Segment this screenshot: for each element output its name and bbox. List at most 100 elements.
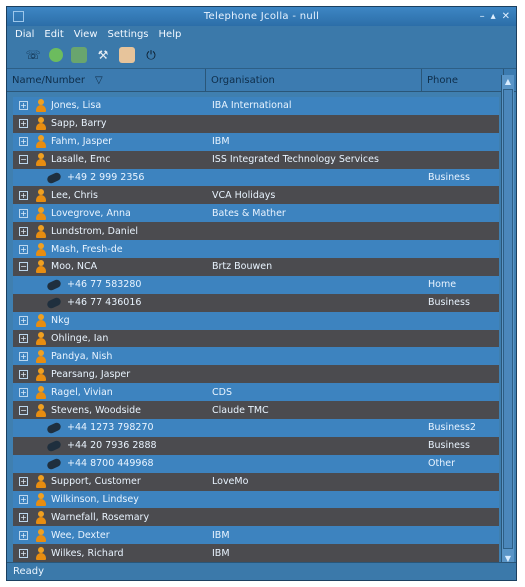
contact-list[interactable]: + Jones, Lisa IBA International + Sapp, Barr… — [13, 97, 499, 565]
contact-row[interactable]: + Jones, Lisa IBA International — [13, 97, 499, 115]
row-name: Pearsang, Jasper — [51, 368, 131, 380]
row-name: Wee, Dexter — [51, 529, 110, 541]
phone-number-row[interactable]: +49 2 999 2356 Business — [13, 168, 499, 187]
expand-toggle-icon[interactable]: + — [19, 351, 28, 361]
globe-icon[interactable] — [49, 48, 63, 62]
app-window: Telephone Jcolla - null – ▴ ✕ Dial Edit … — [6, 6, 517, 581]
expand-toggle-icon[interactable]: + — [19, 244, 28, 254]
contact-row[interactable]: − Moo, NCA Brtz Bouwen — [13, 258, 499, 276]
phone-number-row[interactable]: +44 20 7936 2888 Business — [13, 436, 499, 455]
person-icon — [34, 99, 47, 113]
contact-row[interactable]: − Stevens, Woodside Claude TMC — [13, 401, 499, 420]
person-icon — [34, 475, 47, 489]
menu-settings[interactable]: Settings — [108, 29, 149, 40]
expand-toggle-icon[interactable]: + — [19, 101, 28, 111]
phone-number-row[interactable]: +44 8700 449968 Other — [13, 454, 499, 473]
expand-toggle-icon[interactable]: − — [19, 405, 28, 415]
row-phone-type: Home — [428, 279, 457, 291]
header-name[interactable]: Name/Number ▽ — [7, 69, 206, 91]
menu-dial[interactable]: Dial — [15, 29, 34, 40]
header-phone[interactable]: Phone — [422, 69, 504, 91]
contact-row[interactable]: + Ohlinge, Ian — [13, 329, 499, 348]
power-icon[interactable]: ⏻ — [143, 47, 159, 63]
scroll-thumb[interactable] — [503, 89, 513, 549]
menu-edit[interactable]: Edit — [44, 29, 63, 40]
contact-row[interactable]: + Wilkinson, Lindsey — [13, 490, 499, 509]
phone-number-row[interactable]: +46 77 583280 Home — [13, 275, 499, 294]
header-organisation[interactable]: Organisation — [206, 69, 422, 91]
expand-toggle-icon[interactable]: + — [19, 316, 28, 326]
contact-row[interactable]: − Lasalle, Emc ISS Integrated Technology S… — [13, 150, 499, 169]
contact-row[interactable]: + Support, Customer LoveMo — [13, 472, 499, 491]
person-icon — [34, 349, 47, 363]
phone-number-row[interactable]: +44 1273 798270 Business2 — [13, 419, 499, 437]
row-name: Wilkes, Richard — [51, 547, 124, 559]
row-name: Support, Customer — [51, 476, 141, 488]
minimize-icon[interactable]: – — [480, 11, 485, 22]
contact-row[interactable]: + Lee, Chris VCA Holidays — [13, 186, 499, 205]
row-organisation: IBM — [212, 136, 230, 148]
expand-toggle-icon[interactable]: + — [19, 477, 28, 487]
close-icon[interactable]: ✕ — [502, 11, 510, 22]
expand-toggle-icon[interactable]: + — [19, 548, 28, 558]
menu-view[interactable]: View — [74, 29, 98, 40]
column-header: Name/Number ▽ Organisation Phone — [7, 69, 516, 92]
contact-row[interactable]: + Sapp, Barry — [13, 114, 499, 133]
person-icon — [34, 403, 47, 417]
expand-toggle-icon[interactable]: + — [19, 512, 28, 522]
contact-row[interactable]: + Pearsang, Jasper — [13, 365, 499, 384]
person-icon — [34, 260, 47, 274]
tools-icon[interactable]: ⚒ — [95, 47, 111, 63]
row-name: Mash, Fresh-de — [51, 243, 123, 255]
maximize-icon[interactable]: ▴ — [491, 11, 496, 22]
address-icon[interactable] — [71, 47, 87, 63]
row-name: Moo, NCA — [51, 261, 98, 273]
expand-toggle-icon[interactable]: + — [19, 387, 28, 397]
expand-toggle-icon[interactable]: − — [19, 262, 28, 272]
expand-toggle-icon[interactable]: + — [19, 369, 28, 379]
person-icon — [34, 546, 47, 560]
contact-row[interactable]: + Wee, Dexter IBM — [13, 526, 499, 545]
phone-handset-icon — [45, 421, 63, 435]
phone-icon[interactable]: ☏ — [25, 47, 41, 63]
menu-help[interactable]: Help — [159, 29, 182, 40]
contact-row[interactable]: + Warnefall, Rosemary — [13, 508, 499, 527]
contact-row[interactable]: + Nkg — [13, 311, 499, 330]
row-organisation: LoveMo — [212, 476, 249, 488]
person-icon — [34, 332, 47, 346]
expand-toggle-icon[interactable]: − — [19, 155, 28, 165]
expand-toggle-icon[interactable]: + — [19, 226, 28, 236]
contact-row[interactable]: + Ragel, Vivian CDS — [13, 383, 499, 402]
row-organisation: IBA International — [212, 100, 292, 112]
contact-row[interactable]: + Pandya, Nish — [13, 347, 499, 366]
row-phone-type: Business — [428, 440, 470, 452]
vertical-scrollbar[interactable]: ▲ ▼ — [501, 75, 514, 564]
expand-toggle-icon[interactable]: + — [19, 119, 28, 129]
expand-toggle-icon[interactable]: + — [19, 495, 28, 505]
row-organisation: ISS Integrated Technology Services — [212, 154, 379, 166]
row-name: Lee, Chris — [51, 189, 99, 201]
contact-row[interactable]: + Mash, Fresh-de — [13, 240, 499, 259]
contact-row[interactable]: + Wilkes, Richard IBM — [13, 544, 499, 563]
copy-icon[interactable] — [119, 47, 135, 63]
contact-row[interactable]: + Lundstrom, Daniel — [13, 222, 499, 241]
phone-number-row[interactable]: +46 77 436016 Business — [13, 293, 499, 312]
row-name: Jones, Lisa — [51, 100, 102, 112]
contact-row[interactable]: + Fahm, Jasper IBM — [13, 132, 499, 151]
expand-toggle-icon[interactable]: + — [19, 530, 28, 540]
row-name: Nkg — [51, 315, 70, 327]
expand-toggle-icon[interactable]: + — [19, 334, 28, 344]
row-organisation: Brtz Bouwen — [212, 261, 273, 273]
person-icon — [34, 242, 47, 256]
row-name: +46 77 583280 — [67, 279, 142, 291]
row-name: Pandya, Nish — [51, 350, 113, 362]
person-icon — [34, 135, 47, 149]
row-organisation: IBM — [212, 529, 230, 541]
expand-toggle-icon[interactable]: + — [19, 137, 28, 147]
expand-toggle-icon[interactable]: + — [19, 190, 28, 200]
expand-toggle-icon[interactable]: + — [19, 208, 28, 218]
contact-row[interactable]: + Lovegrove, Anna Bates & Mather — [13, 204, 499, 223]
title-bar[interactable]: Telephone Jcolla - null – ▴ ✕ — [7, 7, 516, 26]
scroll-up-icon[interactable]: ▲ — [502, 75, 514, 87]
person-icon — [34, 493, 47, 507]
